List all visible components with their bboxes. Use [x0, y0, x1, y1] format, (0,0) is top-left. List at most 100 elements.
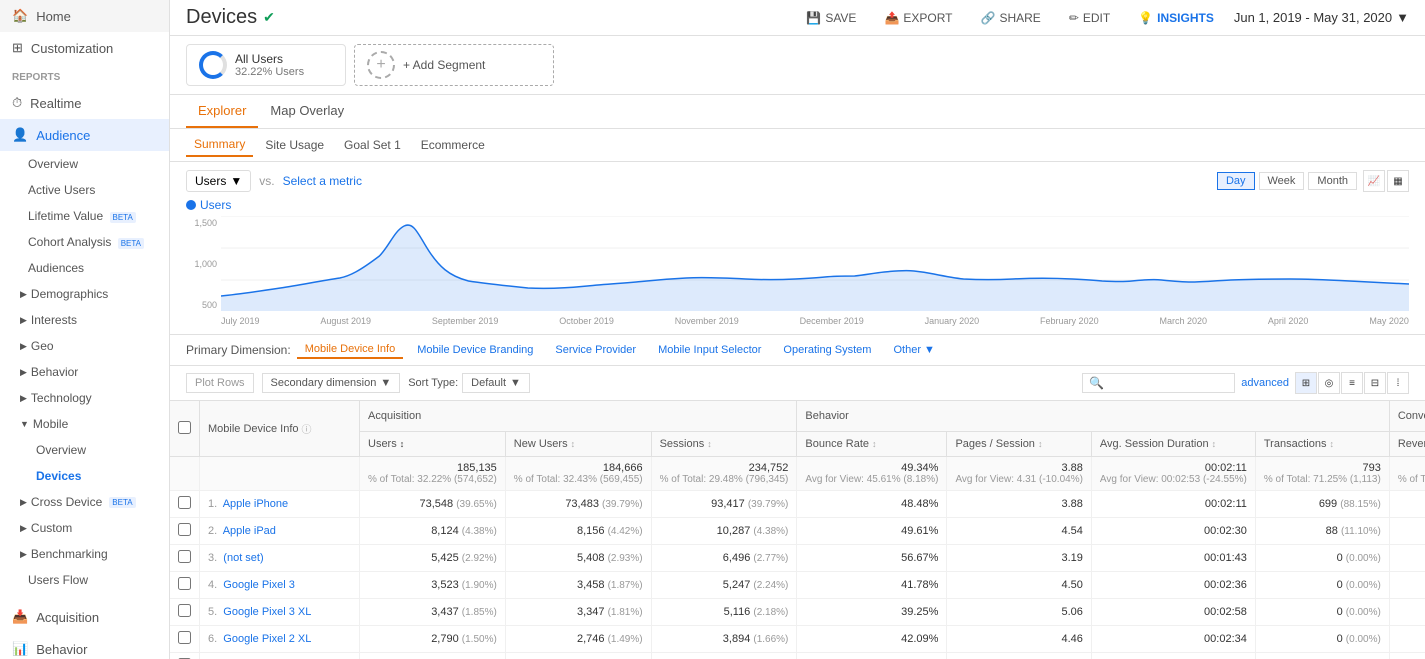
sidebar-item-geo[interactable]: ▶ Geo	[0, 333, 169, 359]
sidebar-item-demographics[interactable]: ▶ Demographics	[0, 281, 169, 307]
bar-chart-button[interactable]: ▦	[1387, 170, 1409, 192]
pages-session-cell: 4.54	[947, 518, 1091, 545]
sidebar-item-customization[interactable]: ⊞ Customization	[0, 32, 169, 64]
secondary-dimension-button[interactable]: Secondary dimension ▼	[262, 373, 401, 393]
view-month-button[interactable]: Month	[1308, 172, 1357, 190]
sidebar-item-cohort-analysis[interactable]: Cohort Analysis BETA	[0, 229, 169, 255]
sidebar-item-active-users[interactable]: Active Users	[0, 177, 169, 203]
sidebar-item-behavior[interactable]: ▶ Behavior	[0, 359, 169, 385]
device-cell: 6. Google Pixel 2 XL	[200, 626, 360, 653]
new-users-col-header[interactable]: New Users↕	[505, 432, 651, 457]
device-link[interactable]: Google Pixel 2 XL	[223, 633, 311, 645]
tab-map-overlay[interactable]: Map Overlay	[258, 95, 356, 128]
sidebar-item-home[interactable]: 🏠 Home	[0, 0, 169, 32]
row-checkbox[interactable]	[178, 577, 191, 590]
view-day-button[interactable]: Day	[1217, 172, 1255, 190]
insights-button[interactable]: 💡 INSIGHTS	[1130, 7, 1222, 29]
sidebar-item-realtime[interactable]: ⏱ Realtime	[0, 87, 169, 119]
dim-mobile-device-info[interactable]: Mobile Device Info	[297, 341, 404, 359]
list-view-button[interactable]: ≡	[1341, 372, 1363, 394]
dim-mobile-device-branding[interactable]: Mobile Device Branding	[409, 342, 541, 358]
sidebar-item-interests[interactable]: ▶ Interests	[0, 307, 169, 333]
dim-other[interactable]: Other ▼	[885, 342, 942, 358]
plot-rows-button[interactable]: Plot Rows	[186, 373, 254, 393]
device-link[interactable]: (not set)	[223, 552, 263, 564]
view-week-button[interactable]: Week	[1259, 172, 1305, 190]
avg-session-col-header[interactable]: Avg. Session Duration↕	[1091, 432, 1255, 457]
tab-explorer[interactable]: Explorer	[186, 95, 258, 128]
transactions-col-header[interactable]: Transactions↕	[1255, 432, 1389, 457]
sidebar-item-mobile-overview[interactable]: Overview	[0, 437, 169, 463]
users-cell: 2,172 (1.17%)	[360, 653, 506, 659]
sidebar-item-benchmarking[interactable]: ▶ Benchmarking	[0, 541, 169, 567]
sidebar-item-mobile[interactable]: ▼ Mobile	[0, 411, 169, 437]
date-range[interactable]: Jun 1, 2019 - May 31, 2020 ▼	[1234, 10, 1409, 25]
sidebar-item-users-flow[interactable]: Users Flow	[0, 567, 169, 593]
info-icon: ⓘ	[302, 421, 312, 436]
select-metric-link[interactable]: Select a metric	[283, 174, 362, 188]
metric-users-button[interactable]: Users ▼	[186, 170, 251, 192]
device-col-header[interactable]: Mobile Device Info ⓘ	[200, 401, 360, 457]
row-checkbox[interactable]	[178, 631, 191, 644]
users-cell: 8,124 (4.38%)	[360, 518, 506, 545]
advanced-link[interactable]: advanced	[1241, 377, 1289, 389]
all-users-segment[interactable]: All Users 32.22% Users	[186, 44, 346, 86]
realtime-icon: ⏱	[12, 95, 22, 111]
sidebar-item-cross-device[interactable]: ▶ Cross Device BETA	[0, 489, 169, 515]
add-segment-button[interactable]: + + Add Segment	[354, 44, 554, 86]
sidebar-item-mobile-devices[interactable]: Devices	[0, 463, 169, 489]
device-link[interactable]: Google Pixel 3	[223, 579, 295, 591]
avg-session-cell: 00:01:43	[1091, 545, 1255, 572]
device-link[interactable]: Apple iPhone	[223, 498, 288, 510]
row-checkbox[interactable]	[178, 523, 191, 536]
sort-default-button[interactable]: Default ▼	[462, 373, 530, 393]
share-button[interactable]: 🔗 SHARE	[973, 7, 1049, 29]
sidebar-item-lifetime-value[interactable]: Lifetime Value BETA	[0, 203, 169, 229]
sidebar-item-behavior-main[interactable]: 📊 Behavior	[0, 633, 169, 659]
select-all-checkbox[interactable]	[178, 421, 191, 434]
subtab-ecommerce[interactable]: Ecommerce	[413, 134, 493, 156]
bounce-rate-cell: 56.67%	[797, 545, 947, 572]
subtab-summary[interactable]: Summary	[186, 133, 253, 157]
device-cell: 1. Apple iPhone	[200, 491, 360, 518]
sort-icon: ↕	[707, 439, 712, 449]
bounce-rate-col-header[interactable]: Bounce Rate↕	[797, 432, 947, 457]
save-button[interactable]: 💾 SAVE	[798, 7, 864, 29]
search-box[interactable]: 🔍	[1082, 373, 1235, 393]
dim-service-provider[interactable]: Service Provider	[547, 342, 644, 358]
new-users-cell: 3,347 (1.81%)	[505, 599, 651, 626]
sidebar-item-acquisition[interactable]: 📥 Acquisition	[0, 601, 169, 633]
search-input[interactable]	[1108, 377, 1228, 389]
pivot-view-button[interactable]: ⊟	[1364, 372, 1386, 394]
sidebar-item-audiences[interactable]: Audiences	[0, 255, 169, 281]
pages-session-col-header[interactable]: Pages / Session↕	[947, 432, 1091, 457]
pages-session-cell: 4.50	[947, 572, 1091, 599]
subtab-site-usage[interactable]: Site Usage	[257, 134, 332, 156]
sidebar-item-audience[interactable]: 👤 Audience	[0, 119, 169, 151]
sidebar-item-technology[interactable]: ▶ Technology	[0, 385, 169, 411]
sessions-col-header[interactable]: Sessions↕	[651, 432, 797, 457]
scatter-view-button[interactable]: ⁞	[1387, 372, 1409, 394]
circle-view-button[interactable]: ◎	[1318, 372, 1340, 394]
grid-view-button[interactable]: ⊞	[1295, 372, 1317, 394]
revenue-col-header[interactable]: Revenue↕	[1389, 432, 1425, 457]
edit-button[interactable]: ✏ EDIT	[1061, 7, 1118, 29]
x-label-aug: August 2019	[320, 316, 371, 326]
dim-operating-system[interactable]: Operating System	[775, 342, 879, 358]
users-col-header[interactable]: Users↕	[360, 432, 506, 457]
row-checkbox[interactable]	[178, 604, 191, 617]
device-link[interactable]: Google Pixel 3 XL	[223, 606, 311, 618]
row-checkbox[interactable]	[178, 496, 191, 509]
export-button[interactable]: 📤 EXPORT	[876, 7, 960, 29]
line-chart-button[interactable]: 📈	[1363, 170, 1385, 192]
sidebar-item-custom[interactable]: ▶ Custom	[0, 515, 169, 541]
device-link[interactable]: Apple iPad	[223, 525, 276, 537]
sidebar-item-overview[interactable]: Overview	[0, 151, 169, 177]
dim-mobile-input-selector[interactable]: Mobile Input Selector	[650, 342, 769, 358]
transactions-cell: 0 (0.00%)	[1255, 545, 1389, 572]
row-number: 3.	[208, 552, 220, 564]
row-checkbox[interactable]	[178, 550, 191, 563]
device-cell: 3. (not set)	[200, 545, 360, 572]
subtab-goal-set-1[interactable]: Goal Set 1	[336, 134, 409, 156]
select-all-header	[170, 401, 200, 457]
